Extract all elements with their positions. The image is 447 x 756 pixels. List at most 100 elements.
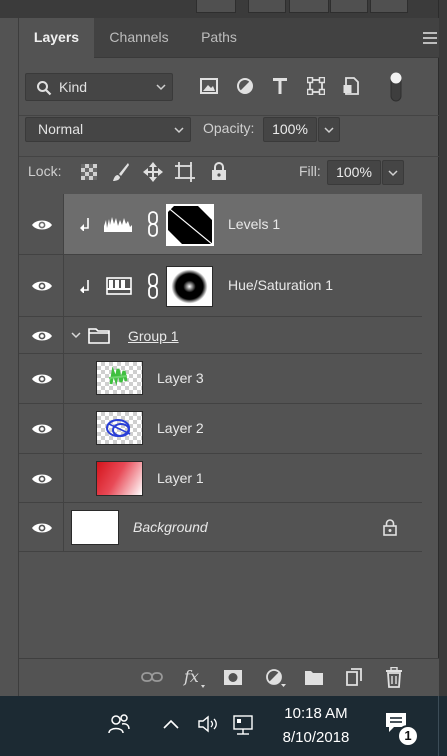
- search-icon: [37, 81, 52, 96]
- show-desktop-button[interactable]: [438, 696, 447, 756]
- layer-thumbnail-white[interactable]: [71, 510, 119, 545]
- clipping-mask-arrow-icon: [80, 218, 89, 231]
- delete-layer-trash-icon[interactable]: [385, 667, 403, 688]
- filter-kind-label: Kind: [59, 79, 88, 95]
- top-toolbar-button[interactable]: [196, 0, 236, 13]
- chevron-down-icon: [388, 170, 398, 177]
- mask-radial-gradient: [167, 267, 212, 306]
- mask-diagonal-gradient: [168, 206, 212, 244]
- clipping-mask-arrow-icon: [80, 280, 89, 293]
- fill-field[interactable]: 100%: [327, 160, 381, 185]
- opacity-field[interactable]: 100%: [263, 117, 317, 142]
- eye-visibility-icon[interactable]: [31, 422, 53, 436]
- layer-mask-thumbnail[interactable]: [166, 204, 214, 246]
- chevron-down-icon: [324, 127, 334, 134]
- layer-name[interactable]: Layer 1: [157, 470, 204, 486]
- lock-label: Lock:: [28, 163, 62, 179]
- layer-row-group-1[interactable]: Group 1: [19, 317, 422, 354]
- filter-pixel-icon[interactable]: [200, 78, 218, 94]
- eye-visibility-icon[interactable]: [31, 472, 53, 486]
- layer-row-layer-1[interactable]: Layer 1: [19, 454, 422, 503]
- windows-taskbar: 10:18 AM 8/10/2018 1: [0, 696, 447, 756]
- layer-thumbnail[interactable]: [96, 411, 143, 445]
- layer-name[interactable]: Layer 3: [157, 370, 204, 386]
- fill-dropdown-button[interactable]: [382, 160, 404, 185]
- svg-text:fx: fx: [183, 667, 199, 686]
- link-chain-icon[interactable]: [147, 210, 159, 238]
- lock-all-icon[interactable]: [211, 162, 227, 181]
- network-ethernet-icon[interactable]: [232, 714, 258, 736]
- layer-row-hue-saturation-1[interactable]: Hue/Saturation 1: [19, 255, 422, 317]
- top-toolbar-button[interactable]: [248, 0, 286, 13]
- layer-mask-thumbnail[interactable]: [166, 266, 213, 307]
- layer-row-layer-2[interactable]: Layer 2: [19, 404, 422, 454]
- notification-count-badge: 1: [397, 725, 419, 747]
- tab-channels[interactable]: Channels: [94, 18, 184, 58]
- layers-panel: Layers Channels Paths Kind Normal Opacit…: [18, 18, 439, 696]
- vertical-scrollbar[interactable]: [438, 0, 447, 696]
- fx-layer-style-icon[interactable]: fx: [183, 667, 207, 689]
- new-group-folder-icon[interactable]: [304, 669, 324, 686]
- lock-position-move-icon[interactable]: [143, 162, 163, 182]
- layer-row-levels-1[interactable]: Levels 1: [19, 194, 422, 255]
- eye-visibility-icon[interactable]: [31, 279, 53, 293]
- eye-visibility-icon[interactable]: [31, 329, 53, 343]
- layer-thumbnail-red-gradient[interactable]: [96, 461, 143, 496]
- green-scribble-art: [108, 366, 128, 386]
- layers-list: Levels 1 Hue/Saturation 1 Group 1 Layer …: [19, 194, 422, 572]
- layer-row-background[interactable]: Background: [19, 503, 422, 552]
- layer-name[interactable]: Background: [133, 519, 208, 535]
- top-toolbar-button[interactable]: [370, 0, 408, 13]
- panel-menu-icon[interactable]: [423, 32, 437, 44]
- layer-name[interactable]: Levels 1: [228, 216, 280, 232]
- filter-type-icon[interactable]: [272, 77, 288, 95]
- link-chain-icon[interactable]: [147, 272, 159, 300]
- layer-name[interactable]: Layer 2: [157, 420, 204, 436]
- top-toolbar-strip: [0, 0, 447, 18]
- link-layers-icon[interactable]: [141, 671, 163, 683]
- eye-visibility-icon[interactable]: [31, 521, 53, 535]
- speaker-volume-icon[interactable]: [197, 715, 219, 733]
- lock-transparent-pixels-icon[interactable]: [81, 164, 97, 180]
- chevron-down-icon[interactable]: [71, 332, 81, 339]
- chevron-down-icon: [174, 126, 184, 133]
- layer-lock-icon[interactable]: [383, 519, 397, 536]
- clock-date[interactable]: 8/10/2018: [272, 729, 360, 746]
- filter-row: Kind: [19, 58, 439, 116]
- lock-artboard-icon[interactable]: [175, 162, 195, 182]
- chevron-down-icon: [156, 84, 166, 91]
- blue-scribble-art: [106, 419, 131, 437]
- blend-row: Normal Opacity: 100%: [19, 116, 439, 156]
- clock-time[interactable]: 10:18 AM: [272, 705, 360, 722]
- eye-visibility-icon[interactable]: [31, 372, 53, 386]
- people-icon[interactable]: [108, 713, 130, 735]
- eye-visibility-icon[interactable]: [31, 218, 53, 232]
- lock-image-pixels-brush-icon[interactable]: [112, 162, 130, 182]
- blend-mode-dropdown[interactable]: Normal: [25, 117, 191, 142]
- layer-thumbnail[interactable]: [96, 361, 143, 395]
- top-toolbar-button[interactable]: [330, 0, 368, 13]
- filter-adjustment-icon[interactable]: [236, 77, 254, 95]
- filter-kind-dropdown[interactable]: Kind: [25, 73, 173, 101]
- new-layer-icon[interactable]: [345, 668, 363, 687]
- panel-bottom-toolbar: fx: [19, 658, 439, 696]
- layer-row-layer-3[interactable]: Layer 3: [19, 354, 422, 404]
- new-adjustment-layer-icon[interactable]: [265, 668, 287, 688]
- filter-toggle-switch[interactable]: [388, 71, 404, 103]
- opacity-label: Opacity:: [203, 120, 255, 136]
- lock-row: Lock: Fill: 100%: [19, 156, 439, 194]
- filter-shape-icon[interactable]: [307, 77, 325, 95]
- panel-tab-bar: Layers Channels Paths: [19, 18, 439, 58]
- mask-selection-corner: [168, 206, 173, 211]
- layer-name[interactable]: Hue/Saturation 1: [228, 277, 333, 293]
- tab-paths[interactable]: Paths: [184, 18, 254, 58]
- add-layer-mask-icon[interactable]: [223, 669, 243, 686]
- opacity-dropdown-button[interactable]: [318, 117, 340, 142]
- fill-label: Fill:: [299, 163, 321, 179]
- filter-smart-object-icon[interactable]: [343, 77, 361, 95]
- tab-layers[interactable]: Layers: [19, 18, 94, 58]
- chevron-up-icon[interactable]: [163, 719, 179, 729]
- top-toolbar-button[interactable]: [289, 0, 329, 13]
- levels-histogram-icon: [104, 217, 132, 232]
- group-name[interactable]: Group 1: [128, 328, 179, 344]
